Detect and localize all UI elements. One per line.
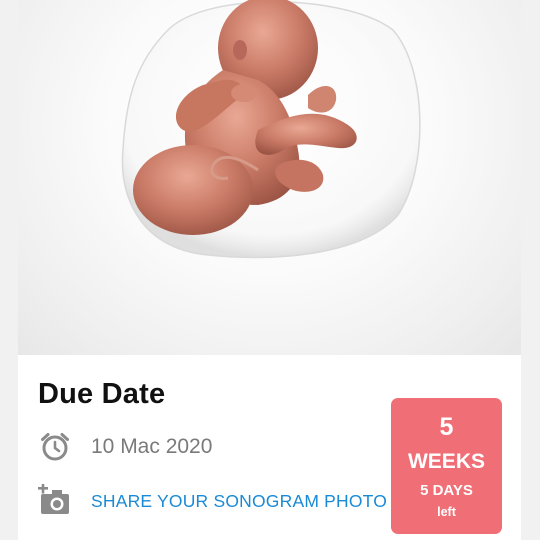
screen: Due Date 10 Mac 2020 SHARE YOUR SONOGRAM… [0, 0, 540, 540]
share-sonogram-row[interactable]: SHARE YOUR SONOGRAM PHOTO [38, 484, 387, 518]
fetus-illustration [18, 0, 521, 355]
share-sonogram-link[interactable]: SHARE YOUR SONOGRAM PHOTO [91, 491, 387, 512]
countdown-weeks-label: WEEKS [407, 450, 485, 473]
countdown-badge: 5 WEEKS 5 DAYS left [391, 398, 502, 534]
countdown-days-label: 5 DAYS [420, 482, 473, 499]
countdown-weeks-number: 5 [439, 413, 454, 441]
countdown-left-label: left [437, 505, 456, 519]
due-date-card: Due Date 10 Mac 2020 SHARE YOUR SONOGRAM… [18, 0, 521, 540]
due-date-value: 10 Mac 2020 [91, 435, 213, 458]
alarm-clock-icon [38, 430, 72, 464]
due-date-row: 10 Mac 2020 [38, 430, 212, 464]
card-title: Due Date [38, 378, 166, 410]
add-photo-camera-icon[interactable] [38, 484, 72, 518]
